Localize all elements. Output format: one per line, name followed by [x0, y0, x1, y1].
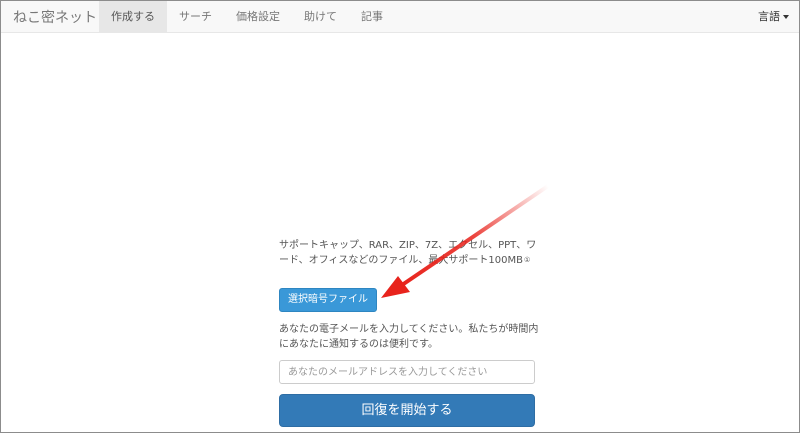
- supported-files-text: サポートキャップ、RAR、ZIP、7Z、エクセル、PPT、ワード、オフィスなどの…: [279, 238, 539, 268]
- info-icon: ①: [523, 256, 531, 264]
- nav-item-pricing[interactable]: 価格設定: [224, 1, 292, 32]
- language-dropdown[interactable]: 言語: [758, 1, 789, 32]
- nav-item-search[interactable]: サーチ: [167, 1, 224, 32]
- supported-files-label: サポートキャップ、RAR、ZIP、7Z、エクセル、PPT、ワード、オフィスなどの…: [279, 240, 537, 266]
- start-recovery-button[interactable]: 回復を開始する: [279, 394, 535, 427]
- nav-item-help[interactable]: 助けて: [292, 1, 349, 32]
- navbar: ねこ密ネット 作成する サーチ 価格設定 助けて 記事 言語: [1, 1, 799, 33]
- email-note: あなたの電子メールを入力してください。私たちが時間内にあなたに通知するのは便利で…: [279, 324, 539, 350]
- nav-item-create[interactable]: 作成する: [99, 1, 167, 32]
- select-encrypted-file-button[interactable]: 選択暗号ファイル: [279, 288, 377, 312]
- nav-item-articles[interactable]: 記事: [349, 1, 395, 32]
- email-input[interactable]: [279, 360, 535, 384]
- nav-menu: 作成する サーチ 価格設定 助けて 記事: [99, 1, 395, 32]
- language-label: 言語: [758, 10, 780, 23]
- caret-down-icon: [783, 14, 789, 19]
- brand-logo[interactable]: ねこ密ネット: [13, 7, 97, 27]
